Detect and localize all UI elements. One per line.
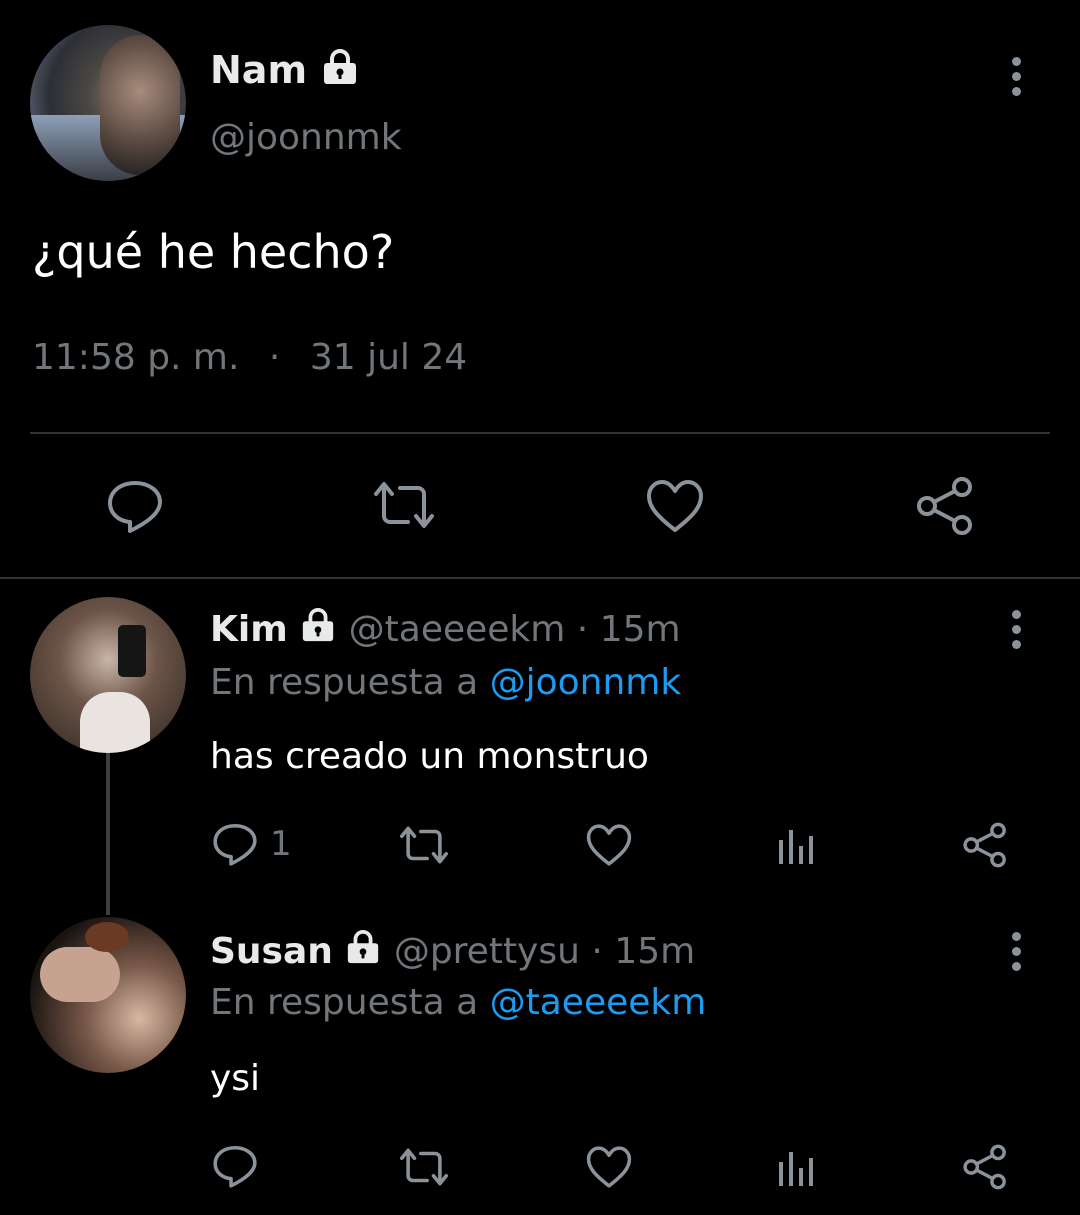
- reply-icon[interactable]: [212, 1143, 258, 1189]
- separator-dot: ·: [591, 931, 603, 972]
- analytics-icon[interactable]: [777, 1148, 817, 1188]
- display-name[interactable]: Kim: [210, 609, 288, 650]
- retweet-icon[interactable]: [370, 480, 438, 530]
- section-divider: [0, 577, 1080, 579]
- more-options-icon[interactable]: [1012, 57, 1022, 102]
- avatar-kim[interactable]: [30, 597, 186, 753]
- analytics-icon[interactable]: [777, 826, 817, 866]
- handle[interactable]: @taeeeekm: [349, 609, 566, 650]
- display-name-text[interactable]: Nam: [210, 48, 307, 92]
- reply-to-link[interactable]: @joonnmk: [490, 662, 682, 703]
- avatar-nam[interactable]: [30, 25, 186, 181]
- tweet-text: ¿qué he hecho?: [32, 225, 395, 279]
- more-options-icon[interactable]: [1012, 610, 1022, 655]
- tweet-text: ysi: [210, 1058, 261, 1099]
- tweet-age: 15m: [614, 931, 696, 972]
- separator-dot: ·: [576, 609, 589, 650]
- lock-icon: [299, 607, 337, 655]
- share-icon[interactable]: [962, 1144, 1008, 1190]
- reply-to-link[interactable]: @taeeeekm: [490, 982, 707, 1023]
- divider: [30, 432, 1050, 434]
- like-icon[interactable]: [585, 1145, 633, 1189]
- like-icon[interactable]: [585, 823, 633, 867]
- handle[interactable]: @joonnmk: [210, 115, 402, 161]
- share-icon[interactable]: [962, 822, 1008, 868]
- share-icon[interactable]: [915, 477, 975, 535]
- retweet-icon[interactable]: [397, 825, 451, 865]
- reply-prefix: En respuesta a: [210, 982, 479, 1023]
- display-name[interactable]: Susan: [210, 931, 333, 972]
- reply-count: 1: [270, 824, 292, 864]
- reply-header: Kim @taeeeekm · 15m: [210, 607, 681, 655]
- separator-dot: ·: [268, 337, 281, 378]
- handle[interactable]: @prettysu: [394, 931, 580, 972]
- tweet-date: 31 jul 24: [309, 337, 468, 378]
- retweet-icon[interactable]: [397, 1147, 451, 1187]
- lock-icon: [344, 929, 382, 977]
- lock-icon: [320, 48, 360, 98]
- reply-icon[interactable]: [212, 821, 258, 867]
- reply-context: En respuesta a @joonnmk: [210, 660, 681, 706]
- like-icon[interactable]: [645, 478, 705, 534]
- thread-line: [106, 753, 110, 915]
- tweet-text: has creado un monstruo: [210, 736, 649, 777]
- tweet-time: 11:58 p. m.: [32, 337, 240, 378]
- more-options-icon[interactable]: [1012, 932, 1022, 977]
- tweet-age: 15m: [599, 609, 681, 650]
- avatar-susan[interactable]: [30, 917, 186, 1073]
- reply-prefix: En respuesta a: [210, 662, 479, 703]
- reply-context: En respuesta a @taeeeekm: [210, 980, 706, 1026]
- reply-icon[interactable]: [106, 478, 164, 534]
- tweet-timestamp: 11:58 p. m. · 31 jul 24: [32, 335, 467, 381]
- display-name[interactable]: Nam: [210, 45, 360, 98]
- reply-header: Susan @prettysu · 15m: [210, 929, 695, 977]
